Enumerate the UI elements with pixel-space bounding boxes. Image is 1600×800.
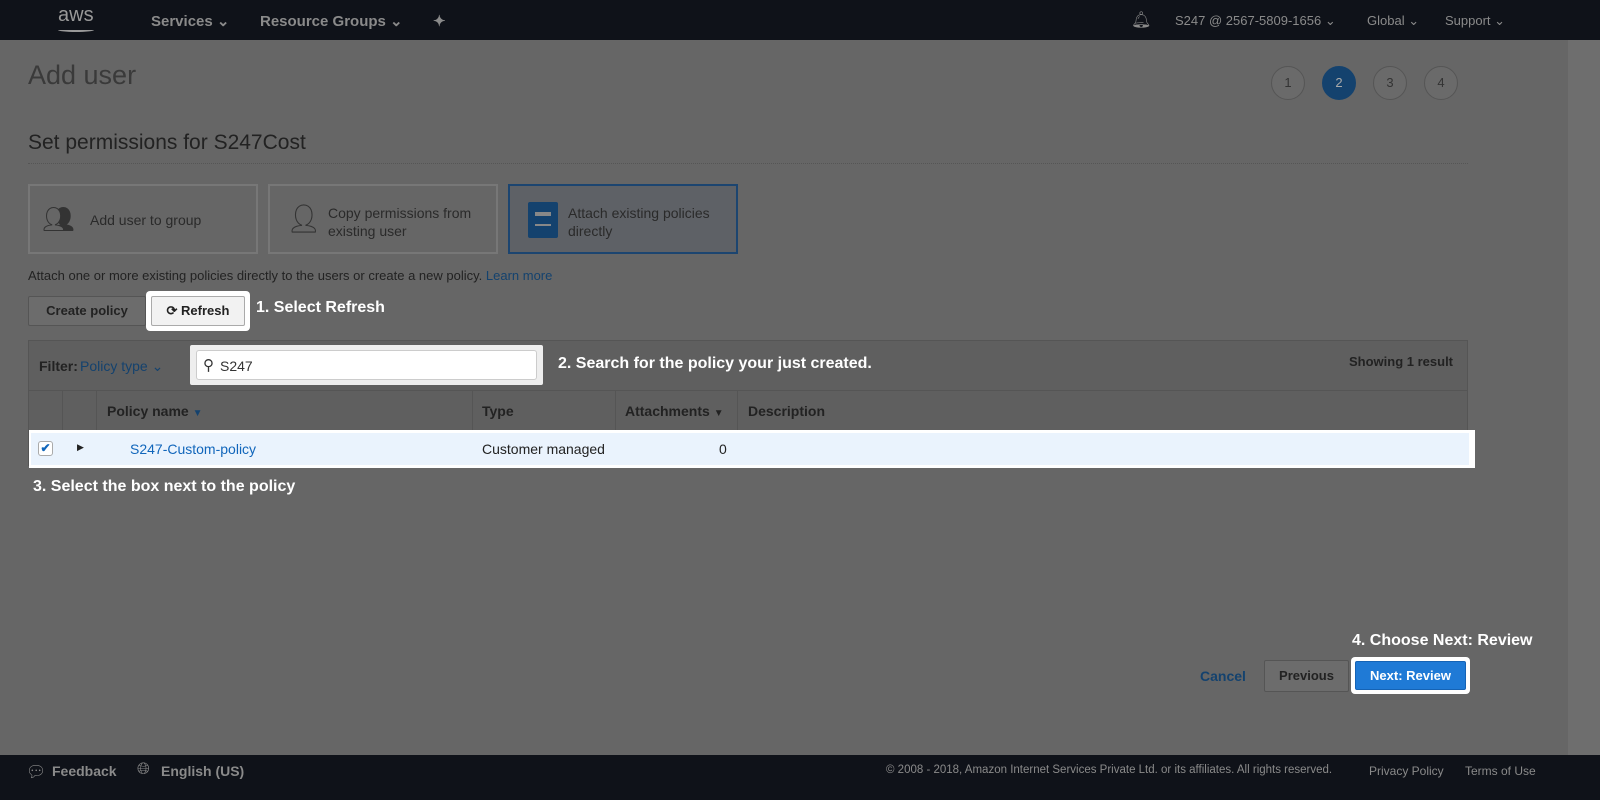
refresh-icon: ⟳: [166, 303, 178, 318]
option-label: Attach existing policies directly: [568, 205, 710, 239]
option-attach-policies-selected[interactable]: Attach existing policies directly: [508, 184, 738, 254]
bell-icon[interactable]: 🔔︎: [1131, 10, 1151, 30]
expand-caret-icon[interactable]: ▶: [77, 442, 84, 453]
policy-name-link[interactable]: S247-Custom-policy: [130, 441, 256, 457]
account-menu[interactable]: S247 @ 2567-5809-1656 ⌄: [1175, 13, 1336, 29]
feedback-icon: 💬︎: [26, 764, 47, 781]
scrollbar[interactable]: [1568, 40, 1600, 755]
services-label: Services: [151, 13, 213, 30]
services-menu[interactable]: Services ⌄: [151, 12, 229, 30]
chevron-down-icon: ⌄: [151, 358, 164, 374]
search-icon: ⚲: [203, 357, 214, 374]
cancel-link[interactable]: Cancel: [1200, 668, 1246, 684]
refresh-label: Refresh: [181, 303, 230, 318]
group-icon: 👥︎: [42, 204, 76, 234]
header-label: Policy name: [107, 403, 189, 419]
support-label: Support: [1445, 13, 1491, 28]
description: Attach one or more existing policies dir…: [28, 268, 483, 283]
search-value: S247: [220, 358, 253, 374]
option-copy-permissions[interactable]: 👤︎ Copy permissions from existing user: [268, 184, 498, 254]
policy-type-label: Policy type: [80, 358, 148, 374]
chevron-down-icon: ⌄: [216, 13, 230, 30]
policy-type-filter[interactable]: Policy type ⌄: [80, 358, 163, 375]
header-policy-name[interactable]: Policy name ▼: [107, 391, 203, 431]
document-icon: [528, 202, 558, 238]
account-label: S247 @ 2567-5809-1656: [1175, 13, 1322, 28]
column-divider: [96, 390, 97, 430]
chevron-down-icon: ⌄: [390, 13, 403, 30]
header-type[interactable]: Type: [482, 391, 514, 431]
next-review-button[interactable]: Next: Review: [1355, 661, 1466, 690]
copyright: © 2008 - 2018, Amazon Internet Services …: [886, 764, 1333, 776]
option-add-user-to-group[interactable]: 👥︎ Add user to group: [28, 184, 258, 254]
refresh-button[interactable]: ⟳ Refresh: [151, 296, 245, 326]
column-divider: [472, 390, 473, 430]
header-attachments[interactable]: Attachments ▼: [625, 391, 724, 431]
header-description[interactable]: Description: [748, 391, 825, 431]
resource-groups-label: Resource Groups: [260, 13, 386, 30]
privacy-policy-link[interactable]: Privacy Policy: [1369, 764, 1444, 778]
aws-logo[interactable]: aws: [58, 4, 94, 27]
top-nav-bar: aws Services ⌄ Resource Groups ⌄ ✦ 🔔︎ S2…: [0, 0, 1600, 40]
search-input[interactable]: ⚲ S247: [196, 350, 537, 380]
sort-down-icon: ▼: [192, 408, 203, 419]
policy-attachments: 0: [719, 441, 727, 457]
learn-more-link[interactable]: Learn more: [486, 268, 552, 283]
step-4: 4: [1424, 66, 1458, 100]
annotation-4: 4. Choose Next: Review: [1352, 632, 1533, 649]
column-divider: [615, 390, 616, 430]
region-label: Global: [1367, 13, 1405, 28]
support-menu[interactable]: Support ⌄: [1445, 13, 1505, 29]
aws-smile-icon: [58, 28, 94, 32]
option-label: Add user to group: [90, 212, 202, 228]
previous-button[interactable]: Previous: [1264, 660, 1349, 692]
language-selector[interactable]: English (US): [161, 763, 244, 779]
step-2-active: 2: [1322, 66, 1356, 100]
table-row[interactable]: ✔ ▶ S247-Custom-policy Customer managed …: [31, 433, 1469, 465]
region-menu[interactable]: Global ⌄: [1367, 13, 1419, 29]
filter-label: Filter:: [39, 358, 78, 374]
policy-type: Customer managed: [482, 441, 605, 457]
annotation-3: 3. Select the box next to the policy: [33, 478, 296, 495]
row-checkbox-checked[interactable]: ✔: [38, 441, 53, 456]
feedback-link[interactable]: Feedback: [52, 763, 117, 779]
user-icon: 👤︎: [286, 203, 322, 234]
annotation-1: 1. Select Refresh: [256, 299, 385, 316]
section-title: Set permissions for S247Cost: [28, 131, 306, 154]
column-divider: [737, 390, 738, 430]
create-policy-button[interactable]: Create policy: [28, 296, 146, 326]
annotation-2: 2. Search for the policy your just creat…: [558, 355, 872, 372]
sort-down-icon: ▼: [713, 408, 724, 419]
description-text: Attach one or more existing policies dir…: [28, 268, 552, 283]
result-count: Showing 1 result: [1349, 354, 1454, 369]
header-label: Attachments: [625, 403, 710, 419]
step-3: 3: [1373, 66, 1407, 100]
page-title: Add user: [28, 60, 137, 90]
option-label: Copy permissions from existing user: [328, 205, 472, 239]
resource-groups-menu[interactable]: Resource Groups ⌄: [260, 12, 403, 30]
terms-link[interactable]: Terms of Use: [1465, 764, 1536, 778]
column-divider: [62, 390, 63, 430]
divider: [28, 163, 1468, 164]
footer: 💬︎ Feedback 🌐︎ English (US) © 2008 - 201…: [0, 755, 1600, 800]
step-1: 1: [1271, 66, 1305, 100]
pin-icon[interactable]: ✦: [433, 12, 446, 30]
globe-icon: 🌐︎: [137, 761, 150, 778]
